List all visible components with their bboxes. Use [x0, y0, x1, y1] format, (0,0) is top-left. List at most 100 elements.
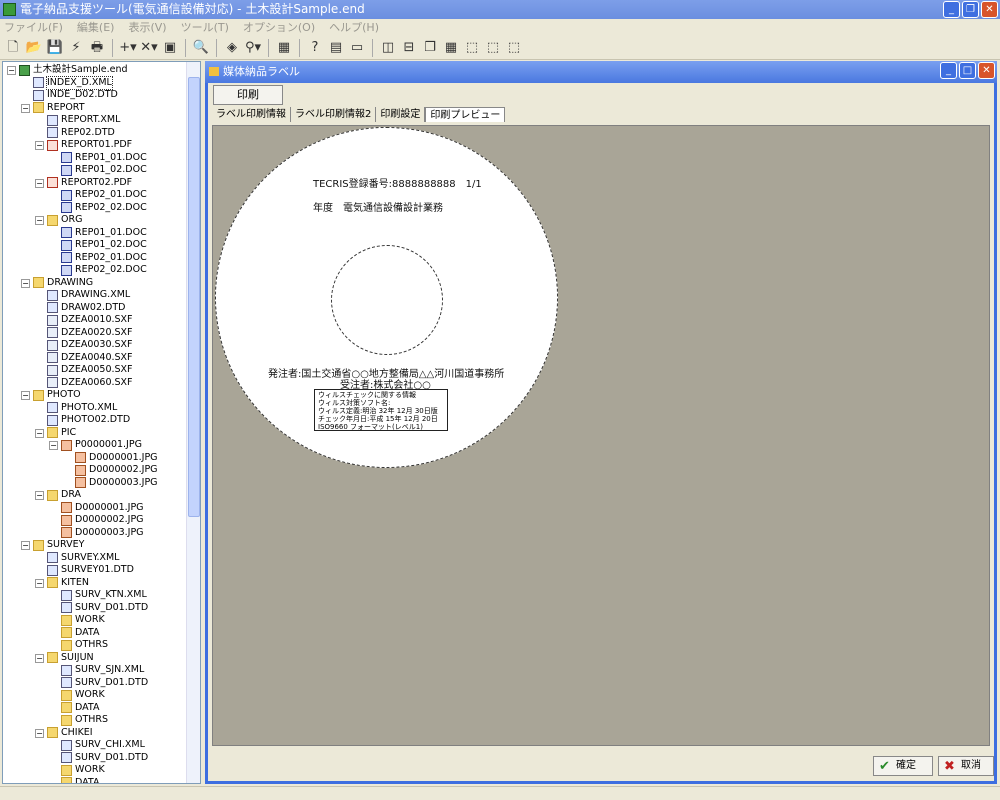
collapse-toggle[interactable]: −	[49, 441, 58, 450]
tree-item[interactable]: DZEA0040.SXF	[47, 352, 133, 365]
tree-item[interactable]: REP02_01.DOC	[61, 252, 147, 265]
collapse-toggle[interactable]: −	[35, 653, 44, 663]
child-minimize-button[interactable]: _	[940, 62, 957, 79]
delete-icon[interactable]: ✕▾	[140, 39, 158, 57]
tree-item[interactable]: DRAWING.XML	[47, 289, 130, 302]
collapse-toggle[interactable]: −	[35, 141, 44, 150]
tree-item[interactable]: CHIKEI	[47, 727, 93, 740]
tab[interactable]: 印刷プレビュー	[425, 107, 506, 122]
tree-item[interactable]: INDE_D02.DTD	[33, 89, 118, 102]
tree-item[interactable]: REPORT02.PDF	[47, 177, 132, 190]
collapse-toggle[interactable]: −	[21, 391, 30, 400]
tree-item[interactable]: DZEA0050.SXF	[47, 364, 133, 377]
child-close-button[interactable]: ✕	[978, 62, 995, 79]
tree-item[interactable]: DRA	[47, 489, 81, 502]
tree-item[interactable]: REP02.DTD	[47, 127, 115, 140]
menu-item[interactable]: ヘルプ(H)	[329, 19, 379, 36]
tree-item[interactable]: WORK	[61, 689, 105, 702]
find-icon[interactable]: ⚲▾	[244, 39, 262, 57]
tree-item[interactable]: SURV_CHI.XML	[61, 739, 145, 752]
tree-item[interactable]: DRAW02.DTD	[47, 302, 125, 315]
collapse-toggle[interactable]: −	[35, 428, 44, 438]
tree-item[interactable]: PHOTO	[33, 389, 81, 402]
tree-item[interactable]: REP02_02.DOC	[61, 202, 147, 215]
tab[interactable]: ラベル印刷情報	[212, 107, 291, 122]
card-icon[interactable]: ▭	[348, 39, 366, 57]
view3-icon[interactable]: ⬚	[505, 39, 523, 57]
open-icon[interactable]: 📂	[25, 39, 43, 57]
collapse-toggle[interactable]: −	[21, 103, 30, 113]
cancel-button[interactable]: ✖ 取消	[938, 756, 994, 776]
tree-item[interactable]: DATA	[61, 777, 99, 783]
tree-item[interactable]: D0000001.JPG	[75, 452, 158, 465]
tree-item[interactable]: DATA	[61, 627, 99, 640]
collapse-toggle[interactable]: −	[21, 541, 30, 550]
cascade-icon[interactable]: ❐	[421, 39, 439, 57]
tree-item[interactable]: P0000001.JPG	[61, 439, 142, 452]
grid-icon[interactable]: ▦	[442, 39, 460, 57]
view1-icon[interactable]: ⬚	[463, 39, 481, 57]
tree-item[interactable]: OTHRS	[61, 714, 108, 727]
panel-icon[interactable]: ▤	[327, 39, 345, 57]
layout-h-icon[interactable]: ⊟	[400, 39, 418, 57]
tree-item[interactable]: 土木設計Sample.end	[19, 64, 128, 77]
save-icon[interactable]: 💾	[46, 39, 64, 57]
tree-item[interactable]: DZEA0010.SXF	[47, 314, 133, 327]
tree-item[interactable]: SURV_SJN.XML	[61, 664, 144, 677]
tree-item[interactable]: REPORT.XML	[47, 114, 120, 127]
collapse-toggle[interactable]: −	[35, 216, 44, 225]
confirm-button[interactable]: ✔ 確定	[873, 756, 933, 776]
tree-item[interactable]: REP01_02.DOC	[61, 164, 147, 177]
tree-item[interactable]: SURV_D01.DTD	[61, 677, 148, 690]
tree-item[interactable]: REP02_02.DOC	[61, 264, 147, 277]
tree-item[interactable]: PHOTO.XML	[47, 402, 117, 415]
tree-item[interactable]: SURV_D01.DTD	[61, 602, 148, 615]
tree-item[interactable]: ORG	[47, 214, 82, 227]
tree-item[interactable]: REP01_01.DOC	[61, 227, 147, 240]
layout-v-icon[interactable]: ◫	[379, 39, 397, 57]
tree-item[interactable]: INDEX_D.XML	[33, 75, 113, 90]
collapse-toggle[interactable]: −	[35, 578, 44, 588]
tab[interactable]: ラベル印刷情報2	[291, 107, 377, 122]
scrollbar-thumb[interactable]	[188, 77, 200, 517]
add-icon[interactable]: +▾	[119, 39, 137, 57]
tree-item[interactable]: DRAWING	[33, 277, 93, 290]
new-icon[interactable]: 🗋	[4, 39, 22, 57]
tree-item[interactable]: D0000002.JPG	[61, 514, 144, 527]
preview-icon[interactable]: 🔍	[192, 39, 210, 57]
tree-item[interactable]: DZEA0060.SXF	[47, 377, 133, 390]
tree-item[interactable]: D0000003.JPG	[75, 477, 158, 490]
collapse-toggle[interactable]: −	[35, 491, 44, 500]
tree-item[interactable]: D0000002.JPG	[75, 464, 158, 477]
tree-item[interactable]: SURV_D01.DTD	[61, 752, 148, 765]
tree-item[interactable]: WORK	[61, 614, 105, 627]
menu-item[interactable]: 表示(V)	[128, 19, 166, 36]
collapse-toggle[interactable]: −	[7, 66, 16, 75]
tree-item[interactable]: PIC	[47, 427, 76, 440]
menu-item[interactable]: ファイル(F)	[4, 19, 63, 36]
tree-item[interactable]: OTHRS	[61, 639, 108, 652]
tree-item[interactable]: SURVEY01.DTD	[47, 564, 134, 577]
tree-item[interactable]: SURVEY	[33, 539, 84, 552]
view2-icon[interactable]: ⬚	[484, 39, 502, 57]
properties-icon[interactable]: ▣	[161, 39, 179, 57]
tree-item[interactable]: REPORT	[33, 102, 85, 115]
tree-item[interactable]: D0000001.JPG	[61, 502, 144, 515]
tree-item[interactable]: SURV_KTN.XML	[61, 589, 147, 602]
help-icon[interactable]: ?	[306, 39, 324, 57]
tree-item[interactable]: DZEA0030.SXF	[47, 339, 133, 352]
tree-item[interactable]: REP02_01.DOC	[61, 189, 147, 202]
menu-item[interactable]: 編集(E)	[77, 19, 115, 36]
child-maximize-button[interactable]: □	[959, 62, 976, 79]
restore-button[interactable]: ❐	[962, 1, 979, 18]
tree-item[interactable]: REPORT01.PDF	[47, 139, 132, 152]
collapse-toggle[interactable]: −	[35, 178, 44, 188]
tree-item[interactable]: D0000003.JPG	[61, 527, 144, 540]
tree-item[interactable]: SURVEY.XML	[47, 552, 119, 565]
tree-item[interactable]: KITEN	[47, 577, 89, 590]
tree-item[interactable]: REP01_01.DOC	[61, 152, 147, 165]
tree-item[interactable]: SUIJUN	[47, 652, 94, 665]
minimize-button[interactable]: _	[943, 1, 960, 18]
print-button[interactable]: 印刷	[213, 85, 283, 105]
flash-icon[interactable]: ⚡	[67, 39, 85, 57]
